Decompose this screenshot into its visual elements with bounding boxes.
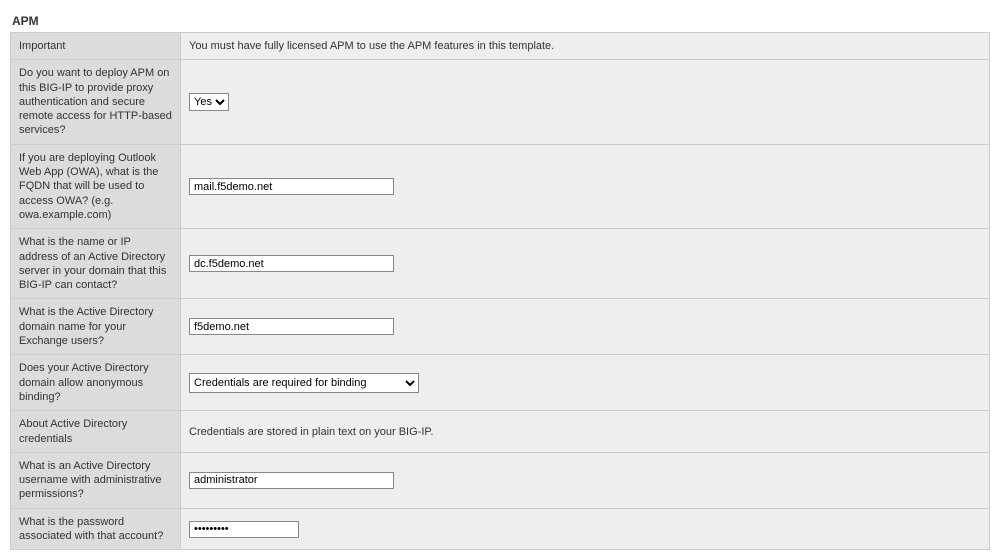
label-important: Important — [11, 33, 181, 60]
value-ad-server — [181, 229, 990, 299]
value-ad-pass — [181, 508, 990, 550]
ad-domain-input[interactable] — [189, 318, 394, 335]
label-ad-user: What is an Active Directory username wit… — [11, 452, 181, 508]
value-owa-fqdn — [181, 144, 990, 228]
row-important: Important You must have fully licensed A… — [11, 33, 990, 60]
value-deploy-apm: Yes — [181, 60, 990, 144]
section-title: APM — [10, 10, 990, 32]
row-about-creds: About Active Directory credentials Crede… — [11, 411, 990, 453]
value-ad-domain — [181, 299, 990, 355]
row-ad-server: What is the name or IP address of an Act… — [11, 229, 990, 299]
row-ad-pass: What is the password associated with tha… — [11, 508, 990, 550]
ad-pass-input[interactable] — [189, 521, 299, 538]
value-ad-user — [181, 452, 990, 508]
label-about-creds: About Active Directory credentials — [11, 411, 181, 453]
row-ad-domain: What is the Active Directory domain name… — [11, 299, 990, 355]
value-important: You must have fully licensed APM to use … — [181, 33, 990, 60]
label-owa-fqdn: If you are deploying Outlook Web App (OW… — [11, 144, 181, 228]
row-deploy-apm: Do you want to deploy APM on this BIG-IP… — [11, 60, 990, 144]
row-owa-fqdn: If you are deploying Outlook Web App (OW… — [11, 144, 990, 228]
ad-server-input[interactable] — [189, 255, 394, 272]
deploy-apm-select[interactable]: Yes — [189, 93, 229, 111]
label-ad-pass: What is the password associated with tha… — [11, 508, 181, 550]
label-anon-binding: Does your Active Directory domain allow … — [11, 355, 181, 411]
row-ad-user: What is an Active Directory username wit… — [11, 452, 990, 508]
value-about-creds: Credentials are stored in plain text on … — [181, 411, 990, 453]
anon-binding-select[interactable]: Credentials are required for binding — [189, 373, 419, 393]
label-deploy-apm: Do you want to deploy APM on this BIG-IP… — [11, 60, 181, 144]
ad-user-input[interactable] — [189, 472, 394, 489]
owa-fqdn-input[interactable] — [189, 178, 394, 195]
important-text: You must have fully licensed APM to use … — [189, 40, 554, 52]
value-anon-binding: Credentials are required for binding — [181, 355, 990, 411]
label-ad-domain: What is the Active Directory domain name… — [11, 299, 181, 355]
row-anon-binding: Does your Active Directory domain allow … — [11, 355, 990, 411]
about-creds-text: Credentials are stored in plain text on … — [189, 426, 433, 438]
apm-form-table: Important You must have fully licensed A… — [10, 32, 990, 550]
label-ad-server: What is the name or IP address of an Act… — [11, 229, 181, 299]
